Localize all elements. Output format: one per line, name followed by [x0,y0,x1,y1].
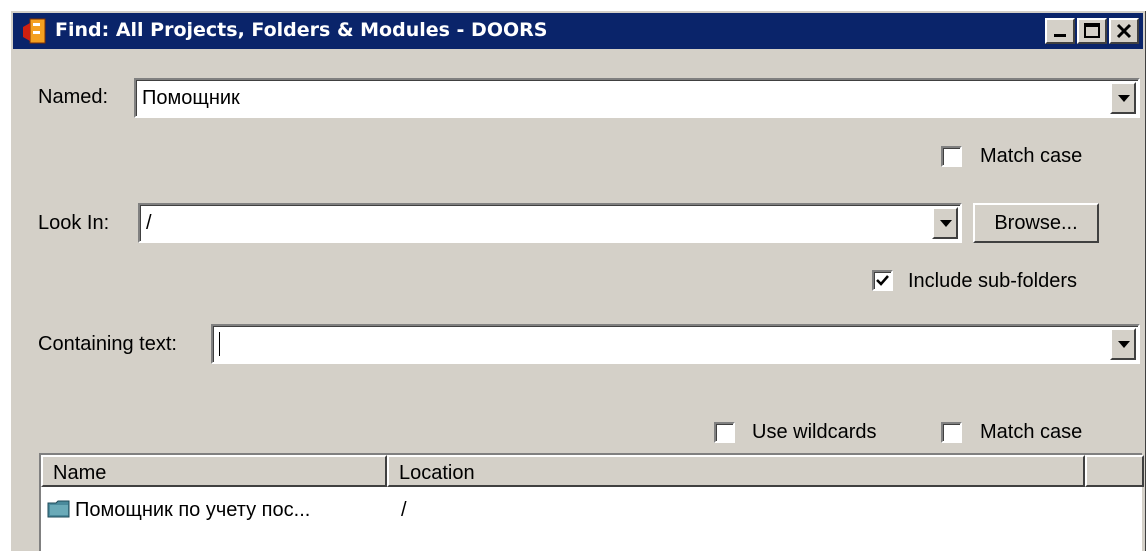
use-wildcards-checkbox[interactable] [714,422,735,443]
include-subfolders-label: Include sub-folders [908,270,1077,292]
named-label: Named: [38,86,109,108]
look-in-input[interactable]: / [146,212,152,235]
match-case-text-label: Match case [980,421,1083,443]
minimize-icon [1054,34,1066,37]
chevron-down-icon [1118,95,1130,102]
maximize-button[interactable] [1077,18,1107,44]
find-dialog: Find: All Projects, Folders & Modules - … [10,10,1146,551]
match-case-checkbox[interactable] [941,146,962,167]
row-location: / [401,499,407,521]
title-bar[interactable]: Find: All Projects, Folders & Modules - … [13,13,1143,49]
doors-app-icon [21,17,49,45]
close-button[interactable] [1109,18,1139,44]
look-in-combobox[interactable]: / [138,203,962,243]
look-in-label: Look In: [38,212,110,234]
close-icon [1116,23,1132,39]
minimize-button[interactable] [1045,18,1075,44]
look-in-dropdown-button[interactable] [932,207,958,239]
maximize-icon [1084,23,1100,38]
text-cursor [219,332,220,356]
folder-icon [47,500,71,524]
checkmark-icon [876,275,889,286]
column-header-filler [1085,455,1144,487]
named-combobox[interactable]: Помощник [134,78,1140,118]
use-wildcards-label: Use wildcards [752,421,877,443]
include-subfolders-checkbox[interactable] [872,270,893,291]
table-row[interactable]: Помощник по учету пос... / [41,491,1141,527]
named-input[interactable]: Помощник [142,87,240,110]
window-title: Find: All Projects, Folders & Modules - … [55,19,548,41]
results-list[interactable]: Name Location Помощник по учету пос... / [39,453,1144,551]
chevron-down-icon [1118,341,1130,348]
chevron-down-icon [940,220,952,227]
containing-text-dropdown-button[interactable] [1110,328,1136,360]
column-header-name[interactable]: Name [41,455,387,487]
row-name: Помощник по учету пос... [75,499,311,521]
browse-button[interactable]: Browse... [973,203,1099,243]
match-case-text-checkbox[interactable] [941,422,962,443]
containing-text-combobox[interactable] [211,324,1140,364]
containing-text-label: Containing text: [38,333,177,355]
named-dropdown-button[interactable] [1110,82,1136,114]
column-header-location[interactable]: Location [387,455,1085,487]
match-case-label: Match case [980,145,1083,167]
